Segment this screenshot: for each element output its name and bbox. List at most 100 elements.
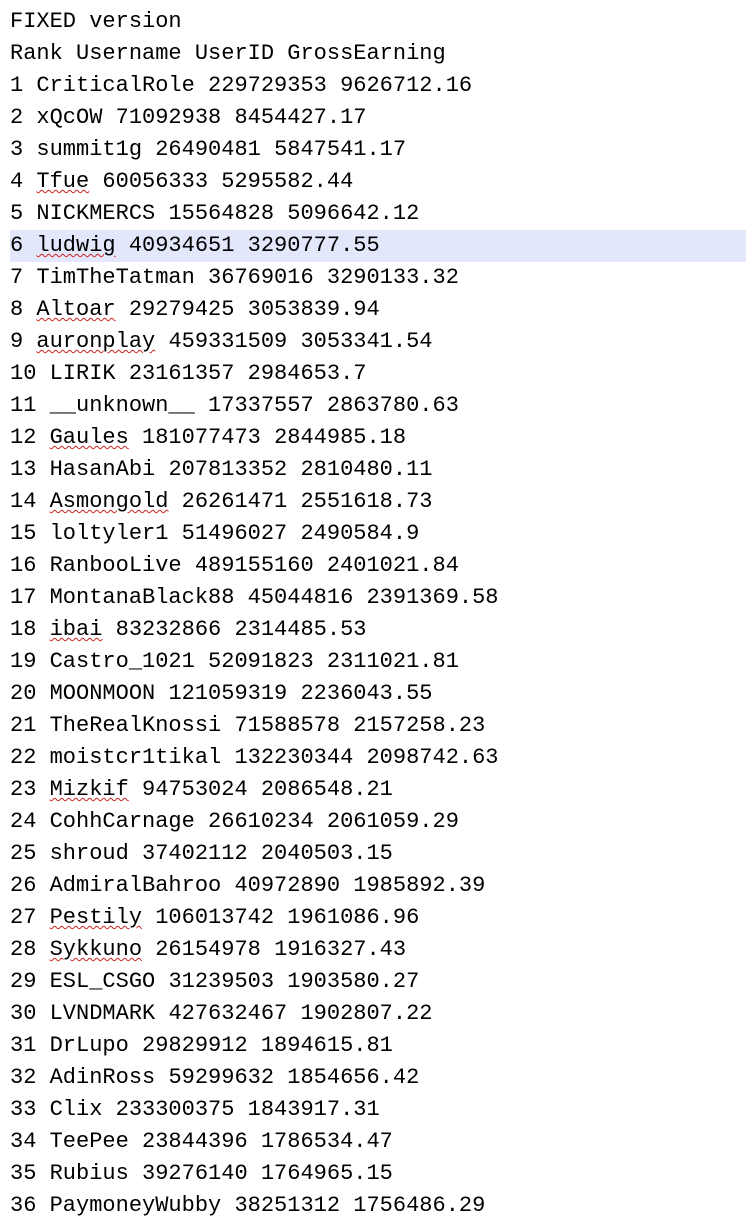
cell-username: Clix: [50, 1097, 103, 1122]
cell-userid: 15564828: [168, 201, 274, 226]
table-row: 28 Sykkuno 26154978 1916327.43: [10, 934, 746, 966]
cell-username: DrLupo: [50, 1033, 129, 1058]
cell-userid: 71092938: [116, 105, 222, 130]
table-row: 23 Mizkif 94753024 2086548.21: [10, 774, 746, 806]
gap: [340, 873, 353, 898]
gap: [23, 105, 36, 130]
cell-userid: 459331509: [168, 329, 287, 354]
table-row: 27 Pestily 106013742 1961086.96: [10, 902, 746, 934]
gap: [129, 841, 142, 866]
cell-username: TheRealKnossi: [50, 713, 222, 738]
cell-rank: 12: [10, 425, 36, 450]
table-row: 7 TimTheTatman 36769016 3290133.32: [10, 262, 746, 294]
gap: [274, 969, 287, 994]
header-line: Rank Username UserID GrossEarning: [10, 38, 746, 70]
gap: [142, 937, 155, 962]
cell-gross: 1786534.47: [261, 1129, 393, 1154]
header-rank: Rank: [10, 41, 63, 66]
cell-username: Mizkif: [50, 777, 129, 802]
cell-gross: 2311021.81: [327, 649, 459, 674]
gap: [23, 329, 36, 354]
cell-rank: 10: [10, 361, 36, 386]
gap: [36, 585, 49, 610]
gap: [182, 553, 195, 578]
cell-rank: 11: [10, 393, 36, 418]
cell-userid: 40972890: [234, 873, 340, 898]
cell-userid: 427632467: [168, 1001, 287, 1026]
table-row: 33 Clix 233300375 1843917.31: [10, 1094, 746, 1126]
cell-gross: 2551618.73: [300, 489, 432, 514]
gap: [63, 41, 76, 66]
cell-rank: 18: [10, 617, 36, 642]
gap: [36, 969, 49, 994]
gap: [274, 41, 287, 66]
cell-gross: 2157258.23: [353, 713, 485, 738]
gap: [36, 905, 49, 930]
gap: [36, 617, 49, 642]
cell-rank: 1: [10, 73, 23, 98]
cell-userid: 181077473: [142, 425, 261, 450]
cell-userid: 207813352: [168, 457, 287, 482]
gap: [327, 73, 340, 98]
table-row: 14 Asmongold 26261471 2551618.73: [10, 486, 746, 518]
gap: [36, 361, 49, 386]
cell-rank: 25: [10, 841, 36, 866]
gap: [274, 201, 287, 226]
cell-userid: 45044816: [248, 585, 354, 610]
gap: [248, 1033, 261, 1058]
cell-rank: 21: [10, 713, 36, 738]
gap: [155, 969, 168, 994]
gap: [234, 585, 247, 610]
cell-gross: 2490584.9: [300, 521, 419, 546]
gap: [129, 1033, 142, 1058]
table-row: 18 ibai 83232866 2314485.53: [10, 614, 746, 646]
cell-username: Pestily: [50, 905, 142, 930]
cell-rank: 16: [10, 553, 36, 578]
cell-username: AdinRoss: [50, 1065, 156, 1090]
gap: [155, 329, 168, 354]
cell-username: moistcr1tikal: [50, 745, 222, 770]
gap: [23, 297, 36, 322]
cell-gross: 2040503.15: [261, 841, 393, 866]
cell-rank: 5: [10, 201, 23, 226]
cell-rank: 36: [10, 1193, 36, 1218]
cell-rank: 19: [10, 649, 36, 674]
gap: [23, 73, 36, 98]
cell-gross: 1854656.42: [287, 1065, 419, 1090]
gap: [221, 713, 234, 738]
title-line: FIXED version: [10, 6, 746, 38]
document-page: FIXED version Rank Username UserID Gross…: [0, 0, 750, 1226]
cell-username: TimTheTatman: [36, 265, 194, 290]
header-username: Username: [76, 41, 182, 66]
gap: [234, 297, 247, 322]
cell-userid: 106013742: [155, 905, 274, 930]
table-row: 25 shroud 37402112 2040503.15: [10, 838, 746, 870]
gap: [36, 809, 49, 834]
gap: [155, 681, 168, 706]
gap: [340, 713, 353, 738]
gap: [314, 809, 327, 834]
gap: [261, 137, 274, 162]
cell-userid: 26261471: [182, 489, 288, 514]
cell-userid: 26490481: [155, 137, 261, 162]
cell-rank: 4: [10, 169, 23, 194]
gap: [287, 457, 300, 482]
gap: [155, 1065, 168, 1090]
table-row: 5 NICKMERCS 15564828 5096642.12: [10, 198, 746, 230]
cell-userid: 26610234: [208, 809, 314, 834]
gap: [287, 521, 300, 546]
gap: [23, 169, 36, 194]
gap: [314, 553, 327, 578]
cell-gross: 2863780.63: [327, 393, 459, 418]
cell-rank: 24: [10, 809, 36, 834]
gap: [314, 649, 327, 674]
gap: [36, 457, 49, 482]
table-row: 34 TeePee 23844396 1786534.47: [10, 1126, 746, 1158]
cell-gross: 3290777.55: [248, 233, 380, 258]
cell-gross: 1961086.96: [287, 905, 419, 930]
gap: [221, 105, 234, 130]
table-row: 24 CohhCarnage 26610234 2061059.29: [10, 806, 746, 838]
gap: [195, 265, 208, 290]
gap: [36, 777, 49, 802]
cell-userid: 132230344: [234, 745, 353, 770]
